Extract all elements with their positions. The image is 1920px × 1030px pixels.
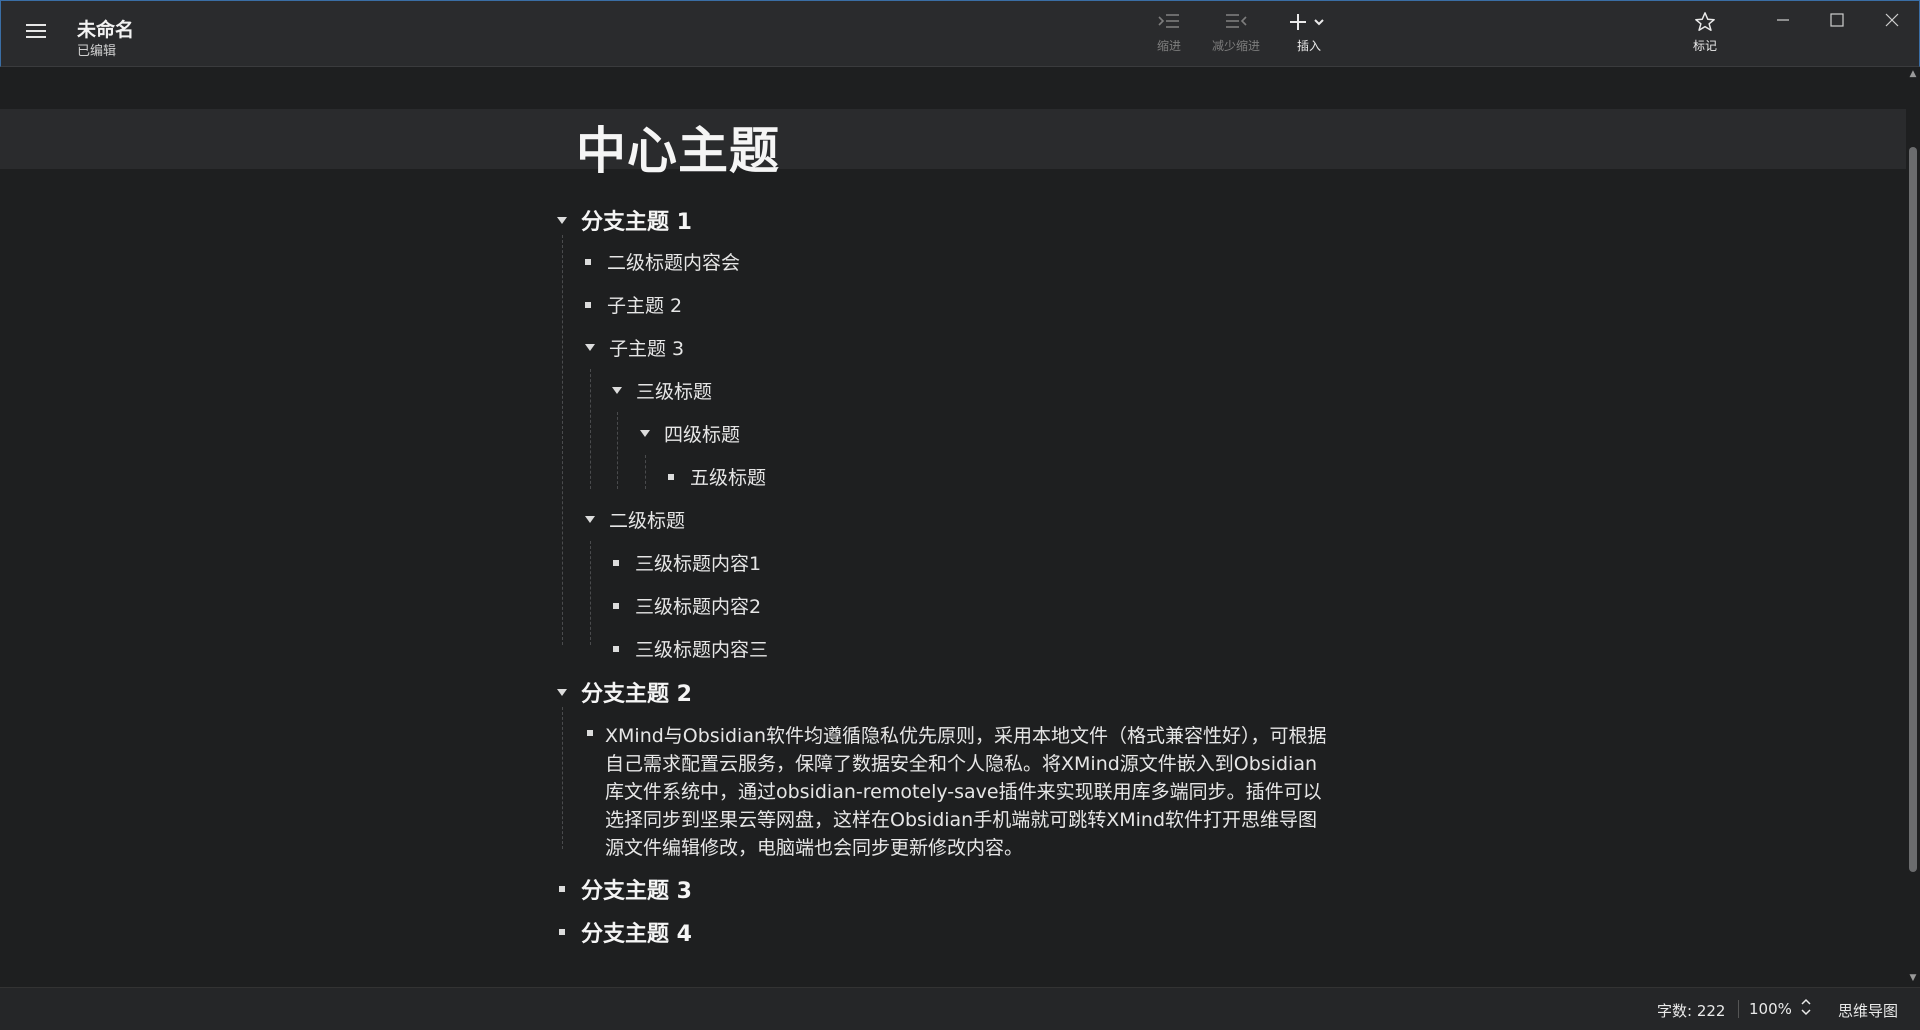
level3-guide (617, 412, 618, 489)
title-bar: 未命名 已编辑 缩进 减少缩进 插入 标记 (0, 0, 1920, 67)
status-divider (1738, 1000, 1739, 1018)
minimize-icon[interactable] (1761, 7, 1805, 33)
indent-button[interactable]: 缩进 (1134, 11, 1204, 59)
branch-topic-4[interactable]: 分支主题 4 (557, 916, 692, 948)
collapse-caret-icon[interactable] (585, 344, 595, 351)
zoom-level[interactable]: 100% (1749, 1000, 1792, 1018)
list-item[interactable]: 三级标题内容三 (611, 635, 768, 662)
outdent-label: 减少缩进 (1211, 39, 1260, 53)
bullet-icon (613, 645, 619, 652)
list-item[interactable]: 二级标题内容会 (583, 248, 740, 275)
branch-topic-label: 分支主题 3 (581, 879, 692, 904)
insert-button[interactable]: 插入 (1274, 11, 1344, 59)
scroll-down-icon[interactable]: ▼ (1908, 973, 1918, 983)
document-title: 未命名 (77, 19, 135, 41)
bullet-icon (585, 301, 591, 308)
level4-guide (645, 455, 646, 489)
topic-label: 子主题 3 (609, 338, 685, 360)
outline-editor: 中心主题 分支主题 1 二级标题内容会 子主题 2 子主题 3 三级标题 四级标… (0, 67, 1906, 987)
maximize-icon[interactable] (1815, 7, 1859, 33)
bullet-icon (559, 886, 565, 892)
mark-button[interactable]: 标记 (1670, 11, 1740, 59)
list-item[interactable]: 三级标题内容2 (611, 592, 761, 619)
plus-icon (1274, 11, 1344, 37)
scroll-thumb[interactable] (1909, 147, 1917, 872)
outdent-button[interactable]: 减少缩进 (1201, 11, 1271, 59)
close-icon[interactable] (1870, 7, 1914, 33)
branch-topic-3[interactable]: 分支主题 3 (557, 873, 692, 905)
list-item[interactable]: 四级标题 (640, 420, 740, 447)
subtopic3-guide (590, 369, 591, 489)
topic-label: 三级标题内容1 (635, 553, 762, 575)
scroll-up-icon[interactable]: ▲ (1908, 69, 1918, 79)
indent-label: 缩进 (1156, 39, 1181, 53)
branch-topic-label: 分支主题 1 (581, 210, 692, 235)
list-item[interactable]: 三级标题 (612, 377, 712, 404)
topic-label: 四级标题 (664, 424, 741, 446)
second-heading-guide (590, 541, 591, 645)
branch-topic-label: 分支主题 4 (581, 922, 692, 947)
word-count: 字数: 222 (1657, 1002, 1726, 1020)
vertical-scrollbar[interactable]: ▲ ▼ (1906, 67, 1920, 987)
collapse-caret-icon[interactable] (640, 430, 650, 437)
bullet-icon (613, 559, 619, 566)
hamburger-menu-icon[interactable] (19, 20, 53, 50)
list-item[interactable]: 三级标题内容1 (611, 549, 761, 576)
list-item[interactable]: 二级标题 (585, 506, 685, 533)
mark-label: 标记 (1692, 39, 1717, 53)
branch-topic-label: 分支主题 2 (581, 682, 692, 707)
collapse-caret-icon[interactable] (585, 516, 595, 523)
list-item[interactable]: 子主题 2 (583, 291, 682, 318)
list-item[interactable]: 子主题 3 (585, 334, 684, 361)
outdent-icon (1201, 11, 1271, 37)
bullet-icon (613, 602, 619, 609)
topic-label: 三级标题内容2 (635, 596, 762, 618)
topic-label: 二级标题 (609, 510, 686, 532)
collapse-caret-icon[interactable] (557, 688, 567, 696)
collapse-caret-icon[interactable] (557, 216, 567, 224)
insert-label: 插入 (1296, 39, 1321, 53)
zoom-stepper-icon[interactable] (1800, 996, 1812, 1022)
topic-label: 二级标题内容会 (607, 252, 741, 274)
document-status: 已编辑 (77, 44, 117, 59)
list-item[interactable]: 五级标题 (666, 463, 766, 490)
branch-topic-1[interactable]: 分支主题 1 (557, 204, 692, 236)
branch-topic-2[interactable]: 分支主题 2 (557, 676, 692, 708)
branch1-guide (562, 235, 563, 645)
status-bar: 字数: 222 100% 思维导图 (0, 987, 1920, 1030)
bullet-icon (587, 730, 593, 736)
indent-icon (1134, 11, 1204, 37)
topic-label: 三级标题内容三 (635, 639, 769, 661)
view-mode-button[interactable]: 思维导图 (1838, 1000, 1898, 1021)
paragraph-topic[interactable]: XMind与Obsidian软件均遵循隐私优先原则，采用本地文件（格式兼容性好）… (605, 722, 1335, 862)
star-icon (1670, 11, 1740, 37)
central-topic-band (0, 109, 1906, 169)
topic-label: 三级标题 (636, 381, 713, 403)
topic-label: 子主题 2 (607, 295, 683, 317)
bullet-icon (668, 473, 674, 480)
topic-label: 五级标题 (690, 467, 767, 489)
bullet-icon (585, 258, 591, 265)
branch2-guide (562, 707, 563, 849)
collapse-caret-icon[interactable] (612, 387, 622, 394)
central-topic[interactable]: 中心主题 (576, 111, 780, 183)
bullet-icon (559, 929, 565, 935)
